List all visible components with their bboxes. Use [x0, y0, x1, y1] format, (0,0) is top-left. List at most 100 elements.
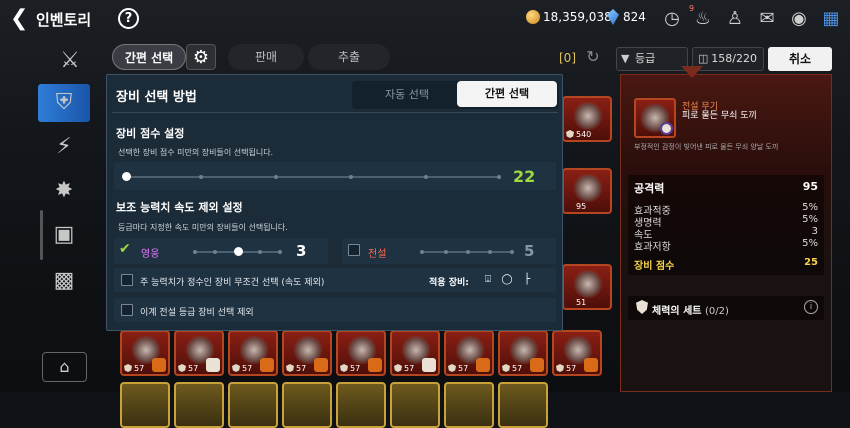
gear-art-icon[interactable]: ✸ — [38, 172, 90, 210]
item-slot[interactable]: 57 — [228, 330, 278, 376]
necklace-icon[interactable]: ⍗ — [482, 274, 494, 286]
mail-icon[interactable]: ✉ — [754, 6, 780, 32]
capacity-label: 158/220 — [711, 52, 757, 65]
ring-icon[interactable]: ◯ — [501, 274, 513, 286]
segment-easy-select[interactable]: 간편 선택 — [457, 81, 557, 107]
capacity-button[interactable]: ◫ 158/220 — [692, 47, 764, 71]
set-label: 체력의 세트 (0/2) — [652, 302, 729, 317]
item-slot[interactable]: 57 — [498, 330, 548, 376]
grade-filter-button[interactable]: ▼ 등급 — [616, 47, 688, 71]
detail-item-icon — [634, 98, 676, 138]
apply-equipment-label: 적용 장비: — [429, 278, 469, 288]
filter-icon: ▼ — [621, 52, 630, 65]
hero-slider-knob[interactable] — [234, 247, 243, 256]
set-icon — [502, 364, 510, 372]
item-slot[interactable] — [282, 382, 332, 428]
tab-easy-select[interactable]: 간편 선택 — [112, 44, 186, 70]
chat-icon[interactable]: ◉ — [786, 6, 812, 32]
item-level: 57 — [296, 364, 307, 373]
stat-value: 25 — [804, 257, 818, 268]
crest-icon — [152, 358, 166, 372]
refresh-icon[interactable]: ↻ — [582, 47, 604, 69]
segment-auto-select[interactable]: 자동 선택 — [362, 81, 452, 109]
cancel-button[interactable]: 취소 — [768, 47, 832, 71]
stat-label: 효과저항 — [634, 242, 671, 253]
back-arrow-icon[interactable]: ❮ — [10, 8, 30, 30]
lightning-icon[interactable]: ⚡ — [38, 128, 90, 166]
slider-tick — [466, 250, 470, 254]
slider-tick — [274, 175, 278, 179]
item-level: 57 — [242, 364, 253, 373]
slider-tick — [424, 175, 428, 179]
slider-tick — [420, 250, 424, 254]
item-slot[interactable]: 57 — [120, 330, 170, 376]
item-slot[interactable]: 95 — [562, 168, 612, 214]
item-slot[interactable]: 57 — [282, 330, 332, 376]
score-slider-knob[interactable] — [122, 172, 131, 181]
item-slot[interactable]: 51 — [562, 264, 612, 310]
box-icon[interactable]: ▣ — [38, 216, 90, 254]
slider-tick — [444, 250, 448, 254]
home-icon[interactable]: ⌂ — [42, 352, 87, 382]
crest-icon — [530, 358, 544, 372]
item-level: 57 — [566, 364, 577, 373]
hero-speed-value: 3 — [296, 242, 307, 260]
item-slot[interactable] — [498, 382, 548, 428]
info-icon[interactable]: i — [804, 300, 818, 314]
stat-value: 5% — [802, 202, 818, 213]
item-slot[interactable]: 57 — [336, 330, 386, 376]
stat-row-main: 공격력 95 — [634, 180, 818, 196]
legend-label: 전설 — [368, 249, 387, 260]
item-slot[interactable]: 57 — [444, 330, 494, 376]
set-count: (0/2) — [704, 306, 729, 317]
sword-equip-icon[interactable]: ⚔ — [44, 42, 96, 80]
tab-extract[interactable]: 추출 — [308, 44, 390, 70]
score-slider-track[interactable] — [127, 176, 499, 178]
score-section-desc: 선택한 장비 점수 미만의 장비들이 선택됩니다. — [118, 148, 274, 157]
crest-icon — [368, 358, 382, 372]
crest-icon — [206, 358, 220, 372]
item-slot[interactable]: 540 — [562, 96, 612, 142]
clock-icon[interactable]: ◷ — [659, 6, 685, 32]
item-level: 51 — [576, 298, 587, 307]
item-description: 부정적인 감정이 빚어낸 피로 물든 무쇠 양날 도끼 — [634, 143, 779, 151]
item-slot[interactable] — [228, 382, 278, 428]
help-icon[interactable]: ? — [118, 8, 139, 29]
boots-icon[interactable]: ├ — [521, 274, 533, 286]
stat-value: 95 — [802, 180, 818, 193]
crest-icon — [314, 358, 328, 372]
bell-icon[interactable]: ♨ — [690, 6, 716, 32]
group-icon[interactable]: ♙ — [722, 6, 748, 32]
speed-section-title: 보조 능력치 속도 제외 설정 — [116, 201, 243, 214]
set-name: 체력의 세트 — [652, 306, 702, 317]
item-slot[interactable] — [444, 382, 494, 428]
gear-settings-icon[interactable]: ⚙ — [186, 44, 216, 70]
equipment-score-row: 장비 점수 25 — [634, 257, 818, 272]
integer-checkbox[interactable] — [121, 274, 133, 286]
slider-tick — [349, 175, 353, 179]
hero-label: 영웅 — [141, 249, 160, 260]
item-slot[interactable] — [390, 382, 440, 428]
set-icon — [394, 364, 402, 372]
hero-checkmark-icon[interactable]: ✔ — [119, 241, 131, 257]
item-slot[interactable]: 57 — [552, 330, 602, 376]
set-icon — [340, 364, 348, 372]
item-slot[interactable] — [336, 382, 386, 428]
item-slot[interactable]: 57 — [390, 330, 440, 376]
item-name: 피로 물든 무쇠 도끼 — [682, 111, 757, 121]
slider-tick — [199, 175, 203, 179]
item-slot[interactable] — [174, 382, 224, 428]
slider-tick — [488, 250, 492, 254]
grid-menu-icon[interactable]: ▦ — [818, 6, 844, 32]
shield-icon[interactable]: ⛨ — [38, 84, 90, 122]
legend-checkbox[interactable] — [348, 244, 360, 256]
divider — [112, 112, 558, 113]
set-icon — [124, 364, 132, 372]
chest-icon[interactable]: ▩ — [38, 262, 90, 300]
item-slot[interactable]: 57 — [174, 330, 224, 376]
item-slot[interactable] — [120, 382, 170, 428]
item-art — [572, 102, 604, 130]
exclude-legend-checkbox[interactable] — [121, 304, 133, 316]
tab-sell[interactable]: 판매 — [228, 44, 304, 70]
slider-tick — [193, 250, 197, 254]
